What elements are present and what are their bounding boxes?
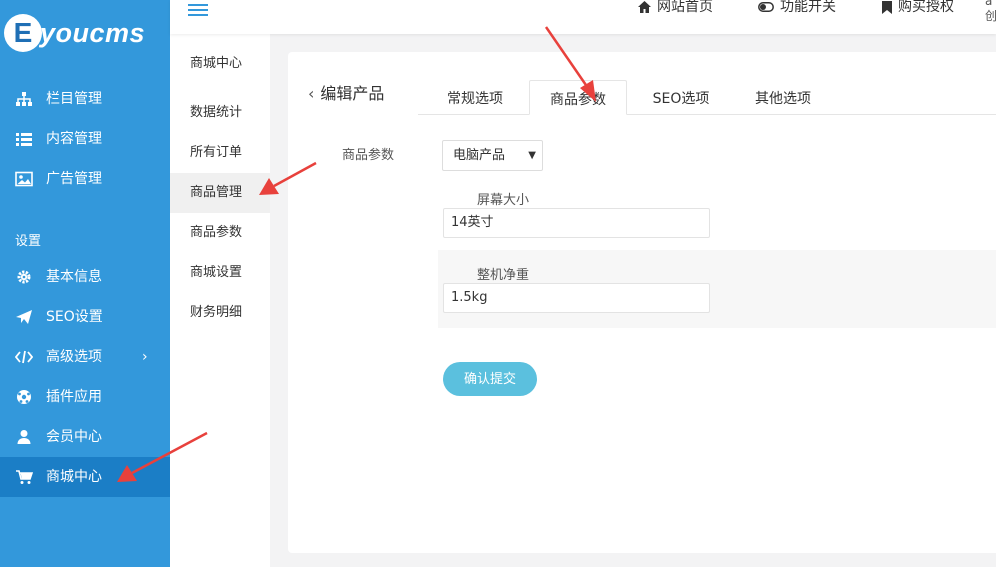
code-icon — [15, 350, 33, 364]
shop-submenu: 商城中心 数据统计 所有订单 商品管理 商品参数 商城设置 财务明细 — [170, 0, 270, 567]
submenu-title: 商城中心 — [190, 56, 243, 71]
image-icon — [15, 171, 33, 187]
param-input-net-weight[interactable]: 1.5kg — [443, 283, 710, 313]
sidebar-item-label: 广告管理 — [46, 171, 102, 187]
param-type-value: 电脑产品 — [453, 148, 506, 163]
param-row-net-weight: 整机净重 1.5kg — [438, 250, 996, 328]
caret-down-icon: ▼ — [528, 150, 536, 161]
feature-toggle-link[interactable]: 功能开关 — [758, 0, 836, 17]
buy-license-label: 购买授权 — [898, 0, 954, 15]
sidebar-item-label: 商城中心 — [46, 469, 102, 485]
submenu-item-orders[interactable]: 所有订单 — [170, 133, 270, 173]
back-to-list[interactable]: ‹ 编辑产品 — [308, 84, 384, 104]
sidebar-item-seo[interactable]: SEO设置 — [0, 297, 170, 337]
tab-seo[interactable]: SEO选项 — [634, 80, 728, 115]
submenu-item-products[interactable]: 商品管理 — [170, 173, 270, 213]
submenu-item-stats[interactable]: 数据统计 — [170, 93, 270, 133]
page-title: 编辑产品 — [320, 84, 385, 103]
sidebar-item-members[interactable]: 会员中心 — [0, 417, 170, 457]
bookmark-icon — [882, 0, 892, 14]
sidebar-item-label: SEO设置 — [46, 309, 103, 325]
submenu-item-finance[interactable]: 财务明细 — [170, 293, 270, 333]
home-icon — [638, 1, 651, 13]
user-menu-partial[interactable]: a 创 — [985, 0, 996, 24]
param-label: 屏幕大小 — [477, 193, 530, 208]
main-sidebar: E youcms 栏目管理 内容管理 广告管理 设置 基本信息 SEO设置 高级… — [0, 0, 170, 567]
soccer-ball-icon — [17, 390, 31, 404]
param-label: 整机净重 — [477, 268, 530, 283]
sidebar-item-content[interactable]: 内容管理 — [0, 119, 170, 159]
submenu-item-params[interactable]: 商品参数 — [170, 213, 270, 253]
sidebar-item-label: 插件应用 — [46, 389, 102, 405]
sidebar-item-basic-info[interactable]: 基本信息 — [0, 257, 170, 297]
user-role-partial: 创 — [985, 9, 996, 23]
feature-toggle-label: 功能开关 — [780, 0, 836, 15]
eyoucms-logo[interactable]: E youcms — [4, 10, 164, 56]
gear-icon — [17, 270, 31, 284]
user-name-partial: a — [985, 0, 993, 8]
param-row-screen-size: 屏幕大小 14英寸 — [438, 175, 996, 253]
settings-section-title: 设置 — [15, 234, 42, 249]
sidebar-item-advanced[interactable]: 高级选项 › — [0, 337, 170, 377]
sidebar-item-label: 会员中心 — [46, 429, 102, 445]
tab-other[interactable]: 其他选项 — [736, 80, 830, 115]
buy-license-link[interactable]: 购买授权 — [882, 0, 954, 17]
chevron-right-icon: › — [142, 349, 148, 365]
cart-icon — [16, 470, 33, 484]
sidebar-item-label: 内容管理 — [46, 131, 102, 147]
sidebar-item-columns[interactable]: 栏目管理 — [0, 79, 170, 119]
sidebar-item-plugins[interactable]: 插件应用 — [0, 377, 170, 417]
user-icon — [17, 430, 31, 444]
sidebar-item-label: 高级选项 — [46, 349, 102, 365]
sidebar-item-shop-center[interactable]: 商城中心 — [0, 457, 170, 497]
paper-plane-icon — [16, 310, 32, 324]
logo-badge: E — [4, 14, 42, 52]
param-type-select[interactable]: 电脑产品 ▼ — [442, 140, 543, 171]
param-input-screen-size[interactable]: 14英寸 — [443, 208, 710, 238]
home-link-label: 网站首页 — [657, 0, 713, 15]
sidebar-item-label: 栏目管理 — [46, 91, 102, 107]
toggle-icon — [758, 2, 774, 12]
list-icon — [16, 133, 32, 146]
submenu-item-shop-settings[interactable]: 商城设置 — [170, 253, 270, 293]
sitemap-icon — [16, 92, 32, 106]
sidebar-item-ads[interactable]: 广告管理 — [0, 159, 170, 199]
logo-text: youcms — [40, 18, 146, 48]
menu-toggle-icon[interactable] — [188, 4, 208, 16]
param-type-label: 商品参数 — [342, 148, 395, 163]
submit-button[interactable]: 确认提交 — [443, 362, 537, 396]
home-link[interactable]: 网站首页 — [638, 0, 713, 17]
tab-general[interactable]: 常规选项 — [428, 80, 522, 115]
chevron-left-icon: ‹ — [308, 84, 315, 103]
top-bar: 网站首页 功能开关 购买授权 — [170, 0, 996, 34]
tab-product-params[interactable]: 商品参数 — [529, 80, 627, 115]
sidebar-item-label: 基本信息 — [46, 269, 102, 285]
edit-product-card: ‹ 编辑产品 常规选项 商品参数 SEO选项 其他选项 商品参数 电脑产品 ▼ 屏… — [288, 52, 996, 553]
